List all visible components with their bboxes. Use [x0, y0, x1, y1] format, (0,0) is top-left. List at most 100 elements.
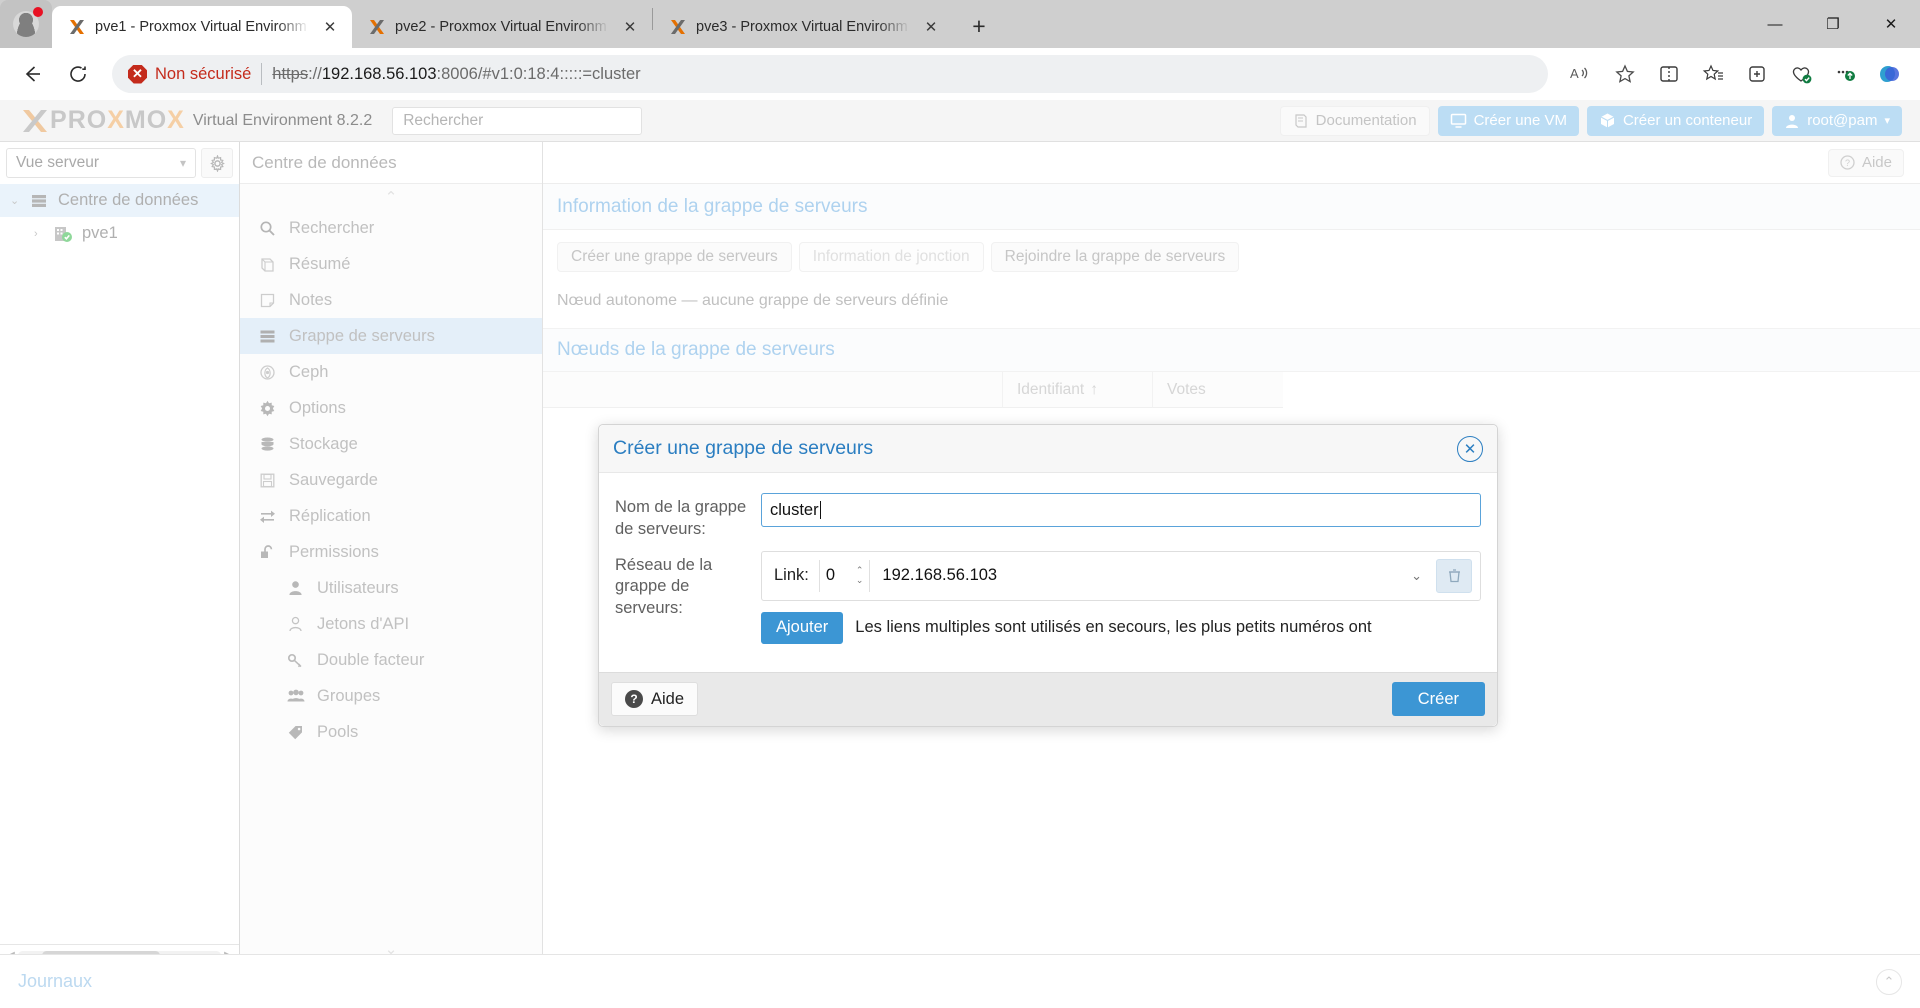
reload-icon[interactable] — [58, 54, 98, 94]
logo-x-icon — [20, 106, 50, 136]
sidebar-item-label: Rechercher — [289, 218, 375, 237]
standalone-note: Nœud autonome — aucune grappe de serveur… — [557, 292, 949, 309]
book-icon — [1293, 113, 1309, 129]
resource-tree: ⌄ Centre de données › pve1 — [0, 182, 239, 944]
create-vm-button[interactable]: Créer une VM — [1437, 105, 1579, 136]
collections-icon[interactable] — [1738, 55, 1776, 93]
close-icon[interactable]: ✕ — [919, 15, 943, 39]
chevron-up-icon[interactable]: ⌃ — [1876, 968, 1902, 995]
user-label: root@pam — [1807, 112, 1878, 129]
split-screen-icon[interactable] — [1650, 55, 1688, 93]
documentation-button[interactable]: Documentation — [1279, 105, 1430, 136]
copilot-icon[interactable] — [1870, 55, 1908, 93]
pve-version-label: Virtual Environment 8.2.2 — [192, 111, 373, 129]
url-path: :8006/#v1:0:18:4:::::=cluster — [436, 64, 641, 83]
logs-bar[interactable]: Journaux ⌃ — [0, 954, 1920, 1008]
read-aloud-icon[interactable]: A — [1562, 55, 1600, 93]
settings-more-icon[interactable] — [1826, 55, 1864, 93]
link-number-value: 0 — [825, 566, 836, 585]
security-status[interactable]: ✕ Non sécurisé — [128, 64, 251, 84]
sidebar-item-jetons-api[interactable]: Jetons d'API — [240, 606, 542, 642]
sidebar-item-replication[interactable]: Réplication — [240, 498, 542, 534]
view-selector[interactable]: Vue serveur ▾ — [6, 148, 196, 178]
sidebar-item-label: Ceph — [289, 362, 329, 381]
url-scheme: https — [272, 64, 309, 83]
sidebar-item-utilisateurs[interactable]: Utilisateurs — [240, 570, 542, 606]
browser-tab-1[interactable]: pve1 - Proxmox Virtual Environm ✕ — [52, 6, 352, 48]
close-icon[interactable]: ✕ — [1457, 435, 1483, 462]
sidebar-item-notes[interactable]: Notes — [240, 282, 542, 318]
sidebar-item-pools[interactable]: Pools — [240, 714, 542, 750]
text-caret — [819, 501, 822, 519]
cluster-name-value: cluster — [770, 500, 819, 519]
trash-icon[interactable] — [1436, 558, 1472, 593]
stepper-down-icon[interactable]: ⌄ — [856, 576, 864, 585]
column-header-votes[interactable]: Votes — [1153, 372, 1283, 408]
key-icon — [286, 652, 305, 669]
add-link-row: Ajouter Les liens multiples sont utilisé… — [761, 611, 1481, 644]
user-menu-button[interactable]: root@pam ▾ — [1772, 105, 1902, 136]
sidebar-item-rechercher[interactable]: Rechercher — [240, 210, 542, 246]
new-tab-button[interactable]: + — [962, 9, 996, 43]
sidebar-item-stockage[interactable]: Stockage — [240, 426, 542, 462]
close-icon[interactable]: ✕ — [618, 15, 642, 39]
cluster-name-input[interactable]: cluster — [761, 493, 1481, 527]
proxmox-logo: PROXMOX Virtual Environment 8.2.2 — [8, 106, 372, 136]
create-button[interactable]: Créer — [1391, 682, 1485, 717]
favorites-list-icon[interactable] — [1694, 55, 1732, 93]
sidebar-item-options[interactable]: Options — [240, 390, 542, 426]
replication-icon — [258, 508, 277, 525]
sidebar-item-permissions[interactable]: Permissions — [240, 534, 542, 570]
browser-tab-2[interactable]: pve2 - Proxmox Virtual Environm ✕ — [352, 6, 652, 48]
column-header-nom[interactable] — [543, 372, 1003, 408]
browser-tab-bar: pve1 - Proxmox Virtual Environm ✕ pve2 -… — [0, 0, 1920, 48]
maximize-button[interactable]: ❐ — [1804, 0, 1862, 48]
dialog-help-button[interactable]: ? Aide — [611, 682, 699, 717]
sort-ascending-icon: ↑ — [1090, 380, 1098, 398]
unlock-icon — [258, 544, 277, 561]
sidebar-item-resume[interactable]: Résumé — [240, 246, 542, 282]
url-separator: :// — [308, 64, 322, 83]
window-close-button[interactable]: ✕ — [1862, 0, 1920, 48]
stepper-up-icon[interactable]: ⌃ — [856, 566, 864, 575]
add-link-button[interactable]: Ajouter — [761, 611, 844, 644]
stepper-arrows[interactable]: ⌃ ⌄ — [856, 566, 864, 585]
sidebar-item-sauvegarde[interactable]: Sauvegarde — [240, 462, 542, 498]
pve-header-actions: Documentation Créer une VM Créer un cont… — [1279, 105, 1912, 136]
search-input[interactable]: Rechercher — [392, 106, 643, 135]
minimize-button[interactable]: — — [1746, 0, 1804, 48]
documentation-label: Documentation — [1315, 112, 1417, 129]
address-bar[interactable]: ✕ Non sécurisé https://192.168.56.103:80… — [112, 55, 1548, 93]
url-text: https://192.168.56.103:8006/#v1:0:18:4::… — [272, 65, 640, 84]
profile-button[interactable] — [0, 0, 52, 48]
back-icon[interactable] — [12, 54, 52, 94]
chevron-right-icon[interactable]: › — [34, 228, 46, 240]
join-cluster-button[interactable]: Rejoindre la grappe de serveurs — [990, 242, 1240, 272]
create-cluster-button[interactable]: Créer une grappe de serveurs — [557, 242, 792, 272]
link-address-combo[interactable]: 192.168.56.103 ⌄ — [870, 560, 1430, 592]
sidebar-item-double-facteur[interactable]: Double facteur — [240, 642, 542, 678]
column-header-identifiant[interactable]: Identifiant ↑ — [1003, 372, 1153, 408]
help-circle-icon: ? — [625, 690, 643, 709]
tree-item-pve1[interactable]: › pve1 — [0, 217, 239, 250]
proxmox-favicon — [68, 18, 86, 36]
browser-toolbar: ✕ Non sécurisé https://192.168.56.103:80… — [0, 48, 1920, 100]
collapse-up-icon[interactable]: ⌃ — [240, 184, 542, 210]
sidebar-item-label: Stockage — [289, 434, 358, 453]
favorite-star-icon[interactable] — [1606, 55, 1644, 93]
close-icon[interactable]: ✕ — [318, 15, 342, 39]
sidebar-item-grappe-de-serveurs[interactable]: Grappe de serveurs — [240, 318, 542, 354]
browser-tab-3[interactable]: pve3 - Proxmox Virtual Environm ✕ — [653, 6, 953, 48]
chevron-down-icon[interactable]: ⌄ — [1411, 568, 1422, 584]
gear-icon[interactable] — [201, 148, 233, 178]
cluster-icon — [258, 328, 277, 345]
page-title: Centre de données — [240, 142, 542, 184]
create-container-button[interactable]: Créer un conteneur — [1586, 105, 1765, 136]
tree-item-datacenter[interactable]: ⌄ Centre de données — [0, 184, 239, 217]
link-number-stepper[interactable]: 0 ⌃ ⌄ — [818, 559, 871, 592]
help-button[interactable]: ? Aide — [1827, 148, 1904, 177]
sidebar-item-ceph[interactable]: Ceph — [240, 354, 542, 390]
chevron-down-icon[interactable]: ⌄ — [10, 194, 22, 207]
browser-essentials-icon[interactable] — [1782, 55, 1820, 93]
sidebar-item-groupes[interactable]: Groupes — [240, 678, 542, 714]
